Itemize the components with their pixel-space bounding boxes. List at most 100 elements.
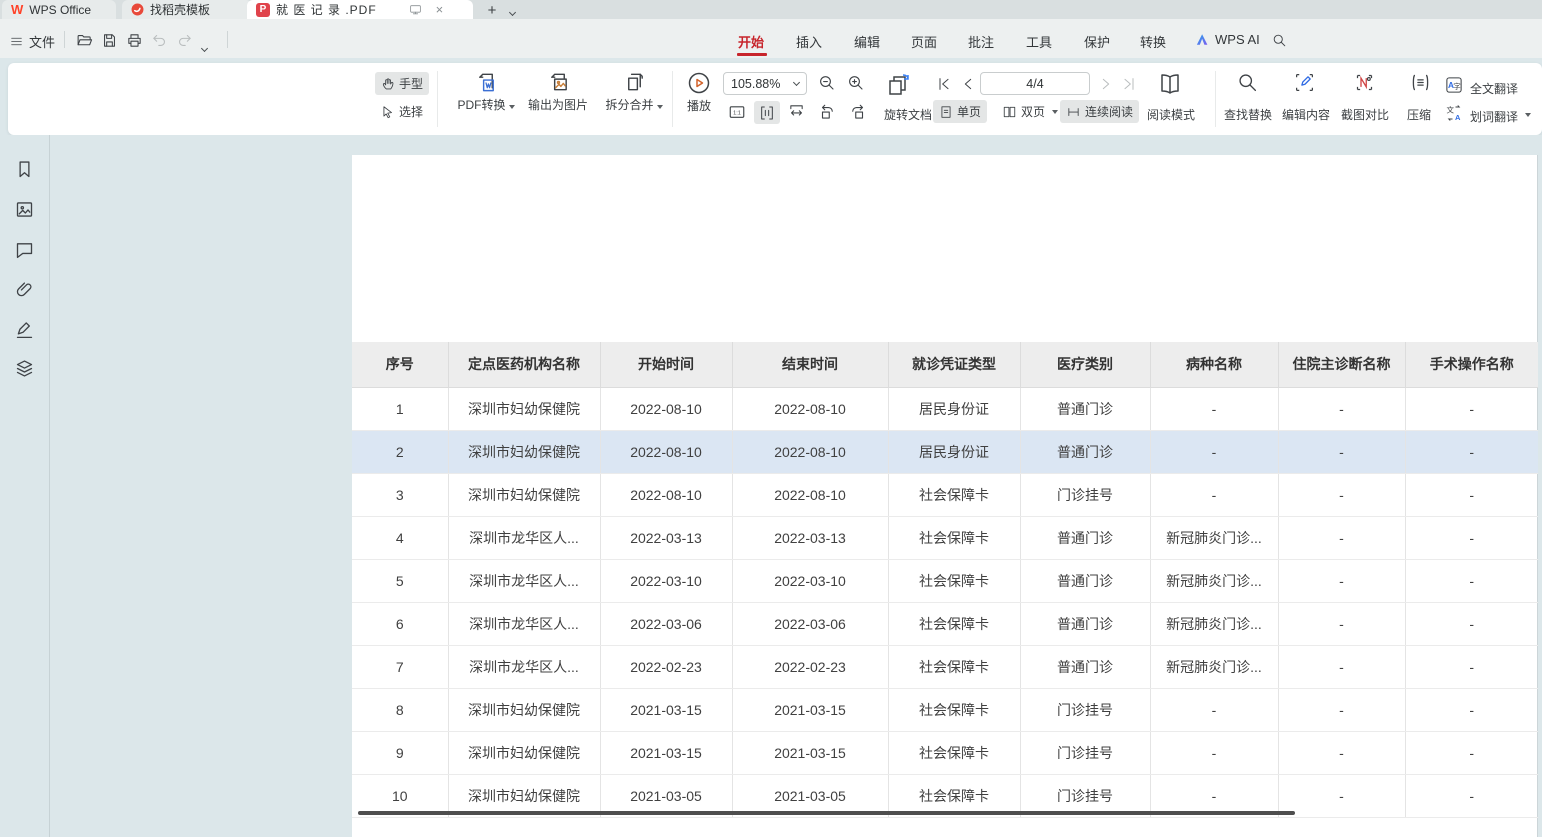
export-image-button[interactable]: 输出为图片 [522,70,594,114]
fit-width-button[interactable] [754,101,780,124]
docer-icon [131,3,144,16]
table-header-cell: 医疗类别 [1020,342,1150,387]
medical-records-table: 序号定点医药机构名称开始时间结束时间就诊凭证类型医疗类别病种名称住院主诊断名称手… [352,342,1538,818]
table-cell: 社会保障卡 [888,516,1020,559]
table-cell: 2021-03-15 [600,688,732,731]
table-cell: 居民身份证 [888,387,1020,430]
menu-tab-home[interactable]: 开始 [738,32,764,51]
double-page-button[interactable]: 双页 [996,100,1064,123]
table-cell: - [1278,688,1405,731]
thumbnails-icon[interactable] [14,199,35,220]
split-merge-button[interactable]: 拆分合并 [596,70,672,114]
word-translate-label[interactable]: 划词翻译 [1468,108,1520,125]
menu-tab-insert[interactable]: 插入 [796,32,822,51]
svg-text:字: 字 [1453,81,1461,91]
single-page-button[interactable]: 单页 [933,100,987,123]
table-cell: - [1278,473,1405,516]
undo-icon[interactable] [151,32,168,49]
fit-page-icon[interactable] [788,103,805,120]
tab-wps-home[interactable]: W WPS Office [2,0,116,19]
read-mode-label[interactable]: 阅读模式 [1143,106,1199,123]
pdf-convert-icon [475,70,498,94]
new-tab-button[interactable]: + [483,1,501,19]
rotate-doc-label[interactable]: 旋转文档 [876,106,940,123]
table-cell: - [1150,473,1278,516]
next-page-icon[interactable] [1098,76,1114,92]
edit-content-icon [1294,72,1315,93]
pdf-convert-button[interactable]: PDF转换 [448,70,524,114]
table-cell: 新冠肺炎门诊... [1150,645,1278,688]
edit-content-label[interactable]: 编辑内容 [1280,106,1332,123]
table-cell: - [1405,688,1538,731]
actual-size-icon[interactable]: 1:1 [728,103,746,121]
table-cell: - [1405,430,1538,473]
close-tab-icon[interactable]: × [436,3,444,16]
table-cell: - [1405,559,1538,602]
bookmark-icon[interactable] [14,159,35,180]
signature-icon[interactable] [14,319,35,340]
menu-tab-edit[interactable]: 编辑 [854,32,880,51]
rotate-doc-icon [886,72,912,98]
full-translate-label[interactable]: 全文翻译 [1468,80,1520,97]
quick-access-dropdown[interactable] [202,38,207,56]
menu-tab-page[interactable]: 页面 [911,32,937,51]
file-menu-button[interactable]: 文件 [10,32,55,51]
read-mode-book-icon[interactable] [1158,72,1182,96]
tab-document-pdf[interactable]: P 就 医 记 录 .PDF × [247,0,473,19]
prev-page-icon[interactable] [960,76,976,92]
table-cell: 2021-03-15 [732,688,888,731]
window-tab-bar: W WPS Office 找稻壳模板 P 就 医 记 录 .PDF × + [0,0,1542,19]
save-icon[interactable] [101,32,118,49]
table-header-cell: 手术操作名称 [1405,342,1538,387]
dropdown-caret [1525,113,1531,117]
page-number-input[interactable]: 4/4 [980,72,1090,95]
table-cell: 居民身份证 [888,430,1020,473]
zoom-out-icon[interactable] [818,74,836,92]
menu-tab-protect[interactable]: 保护 [1084,32,1110,51]
table-cell: 4 [352,516,448,559]
table-cell: 社会保障卡 [888,731,1020,774]
rotate-right-icon[interactable] [849,103,867,121]
continuous-read-button[interactable]: 连续阅读 [1060,100,1139,123]
active-tab-underline [737,53,767,56]
export-image-label: 输出为图片 [528,98,588,112]
table-header-cell: 开始时间 [600,342,732,387]
table-cell: 普通门诊 [1020,559,1150,602]
tab-docer-templates[interactable]: 找稻壳模板 [122,0,252,19]
wps-ai-button[interactable]: WPS AI [1196,32,1260,47]
hand-tool-button[interactable]: 手型 [375,72,429,95]
find-replace-label[interactable]: 查找替换 [1220,106,1276,123]
select-tool-button[interactable]: 选择 [375,100,429,123]
table-cell: - [1278,774,1405,817]
compress-label[interactable]: 压缩 [1404,106,1434,123]
table-cell: 3 [352,473,448,516]
zoom-level-select[interactable]: 105.88% [723,72,807,95]
menu-tab-comment[interactable]: 批注 [968,32,994,51]
search-icon[interactable] [1272,33,1287,48]
last-page-icon[interactable] [1121,76,1137,92]
first-page-icon[interactable] [936,76,952,92]
full-translate-icon: A字 [1445,76,1463,94]
table-cell: 新冠肺炎门诊... [1150,602,1278,645]
table-cell: - [1405,645,1538,688]
layers-icon[interactable] [14,358,35,379]
play-button[interactable]: 播放 [678,71,720,115]
rotate-left-icon[interactable] [818,103,836,121]
file-menu-label: 文件 [29,32,55,51]
comment-icon[interactable] [14,239,35,260]
zoom-in-icon[interactable] [847,74,865,92]
table-cell: 2022-08-10 [600,473,732,516]
menu-tab-tools[interactable]: 工具 [1026,32,1052,51]
attachment-icon[interactable] [14,279,35,300]
screenshot-compare-label[interactable]: 截图对比 [1339,106,1391,123]
open-file-icon[interactable] [76,32,93,49]
redo-icon[interactable] [176,32,193,49]
hand-tool-label: 手型 [399,75,423,92]
table-cell: 普通门诊 [1020,645,1150,688]
pdf-page: 序号定点医药机构名称开始时间结束时间就诊凭证类型医疗类别病种名称住院主诊断名称手… [352,155,1538,837]
menu-tab-convert[interactable]: 转换 [1140,32,1166,51]
print-icon[interactable] [126,32,143,49]
table-cell: - [1278,645,1405,688]
page-indicator: 4/4 [1026,77,1043,91]
monitor-icon[interactable] [409,3,422,16]
